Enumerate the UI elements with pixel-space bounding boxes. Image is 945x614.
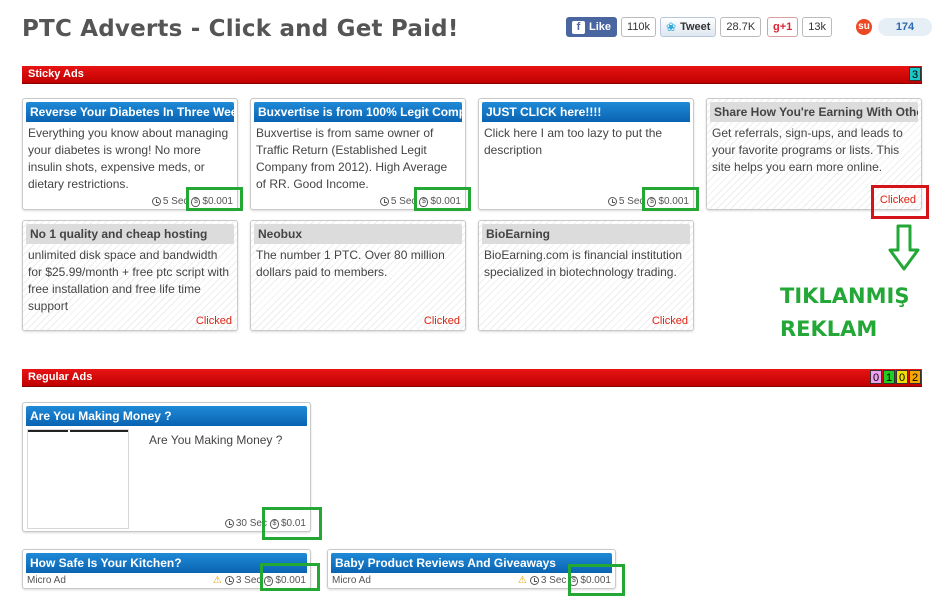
google-plus-widget[interactable]: g+1 13k <box>767 16 833 38</box>
reward-highlight-box <box>414 187 471 211</box>
tweet-label: Tweet <box>680 21 711 33</box>
ad-description: Are You Making Money ? <box>149 433 283 447</box>
reward-highlight-box <box>642 187 699 211</box>
warning-icon: ⚠ <box>517 575 527 586</box>
facebook-like-button[interactable]: f Like <box>566 17 618 37</box>
stumbleupon-widget[interactable]: su 174 <box>856 16 932 38</box>
down-arrow-icon <box>888 224 920 271</box>
stumbleupon-icon[interactable]: su <box>856 19 872 35</box>
google-plus-count: 13k <box>802 17 833 37</box>
facebook-count: 110k <box>621 17 657 37</box>
regular-ads-bar: Regular Ads 0 1 0 2 <box>22 369 922 387</box>
reward-highlight-box <box>260 563 320 591</box>
ad-description: Get referrals, sign-ups, and leads to yo… <box>712 126 903 174</box>
sticky-ads-bar: Sticky Ads 3 <box>22 66 922 84</box>
ad-duration: 3 Sec <box>540 575 567 586</box>
reward-highlight-box <box>186 187 243 211</box>
warning-icon: ⚠ <box>212 575 222 586</box>
ad-duration: 5 Sec <box>162 196 189 207</box>
ad-description: Click here I am too lazy to put the desc… <box>484 126 663 157</box>
reward-highlight-box <box>262 507 322 540</box>
regular-ads-badge: 1 <box>883 370 895 384</box>
regular-ads-badge: 0 <box>870 370 882 384</box>
regular-ads-label: Regular Ads <box>28 371 93 383</box>
ad-description: Buxvertise is from same owner of Traffic… <box>256 126 448 191</box>
clicked-status: Clicked <box>423 315 460 327</box>
twitter-bird-icon: ❀ <box>666 20 677 34</box>
clock-icon <box>379 197 389 206</box>
ad-title[interactable]: Buxvertise is from 100% Legit Company <box>254 102 462 122</box>
micro-ad-label: Micro Ad <box>332 575 371 586</box>
tweet-button[interactable]: ❀ Tweet <box>660 17 717 37</box>
ad-description: Everything you know about managing your … <box>28 126 229 191</box>
google-plus-button[interactable]: g+1 <box>767 17 799 37</box>
ad-image <box>27 429 129 529</box>
stumbleupon-count: 174 <box>878 18 932 36</box>
clock-icon <box>224 576 234 585</box>
ad-title[interactable]: Are You Making Money ? <box>26 406 307 426</box>
regular-ads-badge: 2 <box>909 370 921 384</box>
ad-duration: 5 Sec <box>618 196 645 207</box>
clicked-ad-annotation: TIKLANMIŞ REKLAM <box>780 280 909 346</box>
page-title: PTC Adverts - Click and Get Paid! <box>22 16 459 42</box>
facebook-like-widget[interactable]: f Like 110k <box>566 16 657 38</box>
micro-ad-label: Micro Ad <box>27 575 66 586</box>
twitter-widget[interactable]: ❀ Tweet 28.7K <box>660 16 762 38</box>
sticky-ad-5[interactable]: No 1 quality and cheap hosting unlimited… <box>22 220 238 331</box>
ad-title[interactable]: JUST CLICK here!!!! <box>482 102 690 122</box>
clicked-highlight-box <box>871 185 929 219</box>
twitter-count: 28.7K <box>720 17 762 37</box>
facebook-like-label: Like <box>589 21 612 33</box>
ad-title[interactable]: Reverse Your Diabetes In Three Weeks? <box>26 102 234 122</box>
ad-title[interactable]: BioEarning <box>482 224 690 244</box>
clock-icon <box>529 576 539 585</box>
ad-duration: 5 Sec <box>390 196 417 207</box>
ad-description: The number 1 PTC. Over 80 million dollar… <box>256 248 445 279</box>
annotation-line-2: REKLAM <box>780 317 878 341</box>
reward-highlight-box <box>568 564 625 596</box>
facebook-icon: f <box>572 20 585 34</box>
ad-duration: 3 Sec <box>235 575 262 586</box>
clock-icon <box>224 519 234 528</box>
ad-title[interactable]: Share How You're Earning With Others <box>710 102 918 122</box>
clicked-status: Clicked <box>651 315 688 327</box>
sticky-ad-7[interactable]: BioEarning BioEarning.com is financial i… <box>478 220 694 331</box>
clock-icon <box>151 197 161 206</box>
ad-description: BioEarning.com is financial institution … <box>484 248 683 279</box>
ad-description: unlimited disk space and bandwidth for $… <box>28 248 230 313</box>
sticky-ads-count-badge: 3 <box>909 67 921 81</box>
sticky-ads-label: Sticky Ads <box>28 68 84 80</box>
ad-title[interactable]: Neobux <box>254 224 462 244</box>
ad-title[interactable]: No 1 quality and cheap hosting <box>26 224 234 244</box>
clicked-status: Clicked <box>195 315 232 327</box>
clock-icon <box>607 197 617 206</box>
sticky-ad-6[interactable]: Neobux The number 1 PTC. Over 80 million… <box>250 220 466 331</box>
regular-ads-badge: 0 <box>896 370 908 384</box>
annotation-line-1: TIKLANMIŞ <box>780 284 910 308</box>
